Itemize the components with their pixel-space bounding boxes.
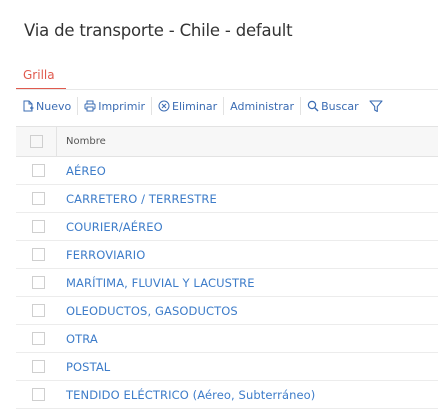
row-select-cell bbox=[16, 304, 57, 317]
print-button-label: Imprimir bbox=[98, 99, 146, 113]
row-nombre-link[interactable]: CARRETERO / TERRESTRE bbox=[57, 192, 217, 206]
print-button[interactable]: Imprimir bbox=[78, 92, 151, 120]
search-icon bbox=[307, 100, 319, 112]
tab-grilla[interactable]: Grilla bbox=[16, 67, 66, 90]
select-all-checkbox[interactable] bbox=[29, 135, 43, 148]
table-row[interactable]: OLEODUCTOS, GASODUCTOS bbox=[16, 297, 438, 325]
row-checkbox[interactable] bbox=[31, 304, 45, 317]
column-header-nombre[interactable]: Nombre bbox=[57, 136, 106, 147]
row-checkbox[interactable] bbox=[31, 164, 45, 177]
new-document-icon bbox=[23, 100, 34, 112]
data-grid: Nombre AÉREO CARRETERO / TERRESTRE COURIER… bbox=[16, 126, 438, 409]
row-nombre-link[interactable]: COURIER/AÉREO bbox=[57, 220, 163, 234]
select-column-header bbox=[16, 127, 57, 156]
delete-button-label: Eliminar bbox=[172, 99, 218, 113]
delete-button[interactable]: Eliminar bbox=[152, 92, 223, 120]
table-row[interactable]: OTRA bbox=[16, 325, 438, 353]
row-nombre-link[interactable]: POSTAL bbox=[57, 360, 110, 374]
search-button[interactable]: Buscar bbox=[301, 92, 365, 120]
toolbar: Nuevo Imprimir Eliminar Administrar Busc… bbox=[16, 92, 438, 120]
table-row[interactable]: FERROVIARIO bbox=[16, 241, 438, 269]
row-checkbox[interactable] bbox=[31, 360, 45, 373]
row-select-cell bbox=[16, 360, 57, 373]
row-checkbox[interactable] bbox=[31, 388, 45, 401]
delete-circle-icon bbox=[158, 100, 170, 112]
row-nombre-link[interactable]: TENDIDO ELÉCTRICO (Aéreo, Subterráneo) bbox=[57, 388, 315, 402]
filter-button[interactable] bbox=[365, 99, 387, 113]
row-select-cell bbox=[16, 164, 57, 177]
page-title: Via de transporte - Chile - default bbox=[24, 21, 293, 40]
tab-divider bbox=[16, 89, 438, 90]
row-nombre-link[interactable]: MARÍTIMA, FLUVIAL Y LACUSTRE bbox=[57, 276, 255, 290]
row-checkbox[interactable] bbox=[31, 192, 45, 205]
grid-header: Nombre bbox=[16, 127, 438, 157]
tab-bar: Grilla bbox=[16, 67, 438, 90]
row-checkbox[interactable] bbox=[31, 332, 45, 345]
filter-icon bbox=[369, 99, 383, 112]
printer-icon bbox=[84, 100, 96, 112]
new-button[interactable]: Nuevo bbox=[16, 92, 77, 120]
manage-button-label: Administrar bbox=[230, 99, 295, 113]
row-nombre-link[interactable]: OTRA bbox=[57, 332, 98, 346]
row-nombre-link[interactable]: AÉREO bbox=[57, 164, 106, 178]
row-select-cell bbox=[16, 332, 57, 345]
new-button-label: Nuevo bbox=[36, 99, 72, 113]
table-row[interactable]: MARÍTIMA, FLUVIAL Y LACUSTRE bbox=[16, 269, 438, 297]
row-checkbox[interactable] bbox=[31, 248, 45, 261]
search-button-label: Buscar bbox=[321, 99, 359, 113]
table-row[interactable]: POSTAL bbox=[16, 353, 438, 381]
table-row[interactable]: COURIER/AÉREO bbox=[16, 213, 438, 241]
table-row[interactable]: AÉREO bbox=[16, 157, 438, 185]
row-nombre-link[interactable]: OLEODUCTOS, GASODUCTOS bbox=[57, 304, 238, 318]
row-checkbox[interactable] bbox=[31, 220, 45, 233]
row-checkbox[interactable] bbox=[31, 276, 45, 289]
manage-button[interactable]: Administrar bbox=[224, 92, 300, 120]
grid-body: AÉREO CARRETERO / TERRESTRE COURIER/AÉREO F… bbox=[16, 157, 438, 409]
table-row[interactable]: CARRETERO / TERRESTRE bbox=[16, 185, 438, 213]
row-select-cell bbox=[16, 248, 57, 261]
row-select-cell bbox=[16, 192, 57, 205]
row-select-cell bbox=[16, 220, 57, 233]
row-select-cell bbox=[16, 276, 57, 289]
row-select-cell bbox=[16, 388, 57, 401]
table-row[interactable]: TENDIDO ELÉCTRICO (Aéreo, Subterráneo) bbox=[16, 381, 438, 409]
row-nombre-link[interactable]: FERROVIARIO bbox=[57, 248, 145, 262]
